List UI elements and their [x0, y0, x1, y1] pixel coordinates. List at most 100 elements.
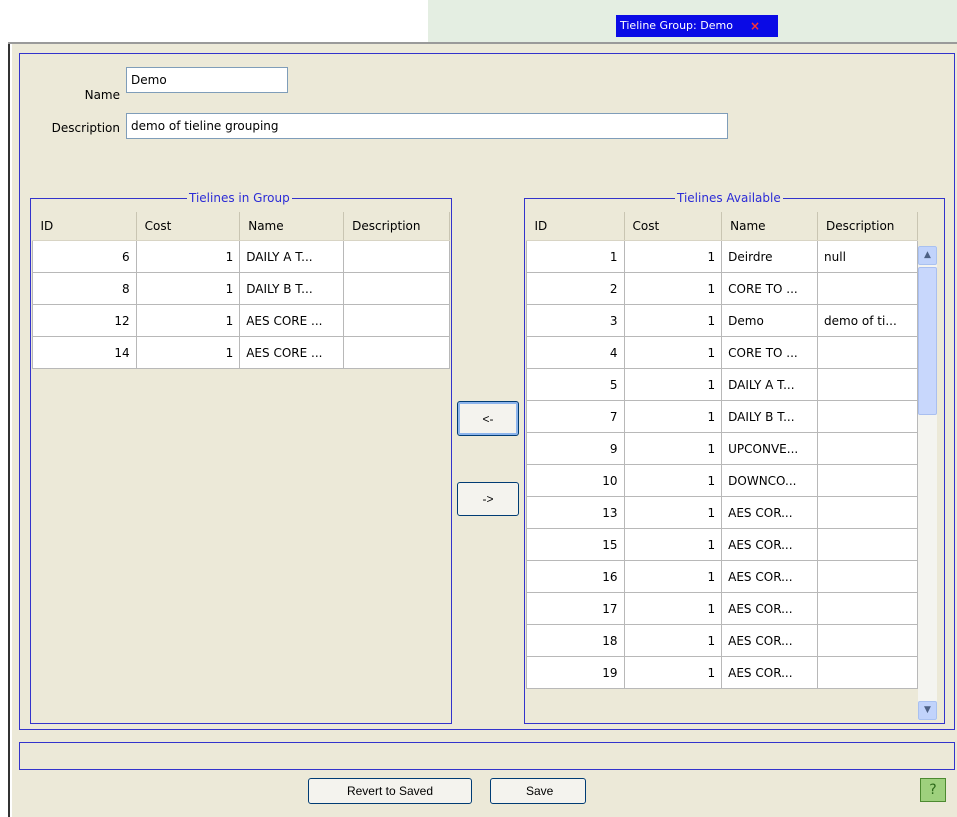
description-cell — [817, 272, 918, 305]
tielines-available-table[interactable]: ID Cost Name Description 1 1 Deirdre null 2… — [526, 212, 918, 720]
id-cell: 3 — [526, 304, 625, 337]
id-cell: 15 — [526, 528, 625, 561]
id-cell: 17 — [526, 592, 625, 625]
cost-cell: 1 — [623, 624, 723, 657]
scroll-up-arrow-icon[interactable]: ▲ — [918, 246, 937, 265]
cost-cell: 1 — [135, 272, 241, 305]
table-row[interactable]: 6 1 DAILY A T... — [32, 240, 450, 273]
description-cell — [817, 432, 918, 465]
tielines-in-group-table[interactable]: ID Cost Name Description 6 1 DAILY A T..… — [32, 212, 450, 382]
tab-tieline-group-demo[interactable]: Tieline Group: Demo × — [616, 15, 778, 37]
table-row[interactable]: 10 1 DOWNCO... — [526, 464, 918, 497]
name-cell: DAILY B T... — [239, 272, 345, 305]
divider — [8, 44, 10, 817]
name-cell: UPCONVE... — [721, 432, 819, 465]
group-title: Tielines in Group — [187, 191, 292, 205]
name-cell: AES CORE ... — [239, 304, 345, 337]
tab-title: Tieline Group: Demo — [620, 19, 733, 32]
id-cell: 1 — [526, 240, 625, 273]
add-to-group-button[interactable]: <- — [457, 401, 519, 436]
id-cell: 16 — [526, 560, 625, 593]
description-cell — [817, 624, 918, 657]
description-cell — [817, 400, 918, 433]
description-cell — [817, 496, 918, 529]
name-cell: AES COR... — [721, 528, 819, 561]
name-cell: AES COR... — [721, 496, 819, 529]
id-cell: 14 — [32, 336, 137, 369]
cost-cell: 1 — [135, 304, 241, 337]
available-table-scrollbar[interactable]: ▲ ▼ — [918, 246, 937, 720]
remove-from-group-button[interactable]: -> — [457, 482, 519, 516]
column-header-name[interactable]: Name — [239, 212, 345, 241]
cost-cell: 1 — [623, 560, 723, 593]
description-cell — [817, 336, 918, 369]
column-header-name[interactable]: Name — [721, 212, 819, 241]
status-bar — [19, 742, 955, 770]
id-cell: 18 — [526, 624, 625, 657]
table-row[interactable]: 17 1 AES COR... — [526, 592, 918, 625]
description-cell — [817, 368, 918, 401]
table-row[interactable]: 1 1 Deirdre null — [526, 240, 918, 273]
description-field[interactable]: demo of tieline grouping — [126, 113, 728, 139]
description-cell: demo of ti... — [817, 304, 918, 337]
close-icon[interactable]: × — [750, 15, 760, 37]
table-row[interactable]: 12 1 AES CORE ... — [32, 304, 450, 337]
cost-cell: 1 — [623, 368, 723, 401]
description-cell — [343, 304, 450, 337]
id-cell: 12 — [32, 304, 137, 337]
id-cell: 7 — [526, 400, 625, 433]
cost-cell: 1 — [623, 464, 723, 497]
column-header-cost[interactable]: Cost — [136, 212, 241, 241]
name-cell: DAILY B T... — [721, 400, 819, 433]
name-cell: CORE TO ... — [721, 336, 819, 369]
id-cell: 2 — [526, 272, 625, 305]
save-button[interactable]: Save — [490, 778, 586, 804]
table-row[interactable]: 3 1 Demo demo of ti... — [526, 304, 918, 337]
id-cell: 6 — [32, 240, 137, 273]
table-row[interactable]: 14 1 AES CORE ... — [32, 336, 450, 369]
table-row[interactable]: 15 1 AES COR... — [526, 528, 918, 561]
scroll-down-arrow-icon[interactable]: ▼ — [918, 701, 937, 720]
scrollbar-thumb[interactable] — [918, 267, 937, 415]
cost-cell: 1 — [623, 336, 723, 369]
id-cell: 19 — [526, 656, 625, 689]
name-cell: CORE TO ... — [721, 272, 819, 305]
column-header-description[interactable]: Description — [343, 212, 450, 241]
id-cell: 5 — [526, 368, 625, 401]
name-cell: Demo — [721, 304, 819, 337]
column-header-id[interactable]: ID — [32, 212, 137, 241]
name-cell: AES COR... — [721, 656, 819, 689]
cost-cell: 1 — [135, 336, 241, 369]
table-row[interactable]: 4 1 CORE TO ... — [526, 336, 918, 369]
name-cell: AES COR... — [721, 560, 819, 593]
description-cell — [817, 528, 918, 561]
cost-cell: 1 — [623, 272, 723, 305]
name-cell: DAILY A T... — [239, 240, 345, 273]
name-field[interactable]: Demo — [126, 67, 288, 93]
cost-cell: 1 — [623, 432, 723, 465]
revert-to-saved-button[interactable]: Revert to Saved — [308, 778, 472, 804]
cost-cell: 1 — [135, 240, 241, 273]
table-row[interactable]: 16 1 AES COR... — [526, 560, 918, 593]
table-row[interactable]: 2 1 CORE TO ... — [526, 272, 918, 305]
table-row[interactable]: 19 1 AES COR... — [526, 656, 918, 689]
table-row[interactable]: 9 1 UPCONVE... — [526, 432, 918, 465]
name-cell: DOWNCO... — [721, 464, 819, 497]
id-cell: 10 — [526, 464, 625, 497]
column-header-id[interactable]: ID — [526, 212, 625, 241]
table-row[interactable]: 5 1 DAILY A T... — [526, 368, 918, 401]
cost-cell: 1 — [623, 656, 723, 689]
id-cell: 8 — [32, 272, 137, 305]
column-header-cost[interactable]: Cost — [624, 212, 723, 241]
help-icon[interactable]: ? — [920, 778, 946, 802]
table-row[interactable]: 18 1 AES COR... — [526, 624, 918, 657]
id-cell: 13 — [526, 496, 625, 529]
cost-cell: 1 — [623, 304, 723, 337]
description-label: Description — [51, 121, 120, 135]
description-cell — [343, 336, 450, 369]
table-row[interactable]: 13 1 AES COR... — [526, 496, 918, 529]
table-row[interactable]: 7 1 DAILY B T... — [526, 400, 918, 433]
description-cell — [817, 656, 918, 689]
column-header-description[interactable]: Description — [817, 212, 918, 241]
table-row[interactable]: 8 1 DAILY B T... — [32, 272, 450, 305]
